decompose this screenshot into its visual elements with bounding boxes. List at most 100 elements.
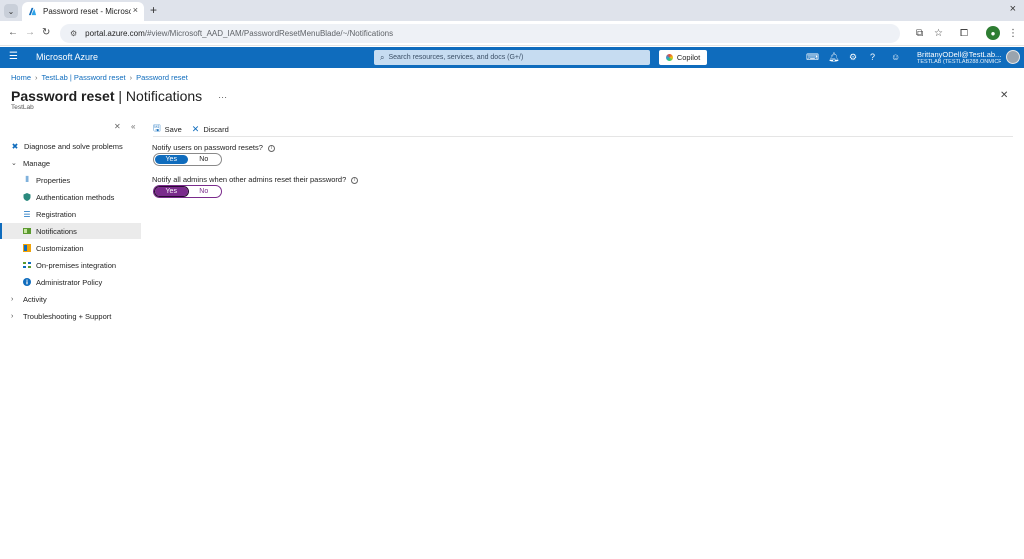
collapse-nav-icon[interactable]: « — [131, 122, 135, 131]
sidebar-item-on-premises-integration[interactable]: On-premises integration — [0, 257, 141, 273]
sidebar-item-label: Manage — [23, 158, 51, 168]
sidebar-group-activity[interactable]: › Activity — [0, 291, 141, 307]
notify-admins-label-text: Notify all admins when other admins rese… — [152, 175, 347, 184]
reload-icon[interactable]: ↻ — [42, 27, 50, 38]
settings-gear-icon[interactable]: ⚙ — [849, 52, 857, 63]
notify-admins-yes-option[interactable]: Yes — [154, 186, 189, 197]
sidebar-group-troubleshooting[interactable]: › Troubleshooting + Support — [0, 308, 141, 324]
notify-users-label-text: Notify users on password resets? — [152, 143, 263, 152]
browser-menu-icon[interactable]: ⋮ — [1008, 28, 1018, 39]
cast-icon[interactable]: ⧉ — [916, 28, 923, 39]
azure-brand[interactable]: Microsoft Azure — [36, 52, 98, 62]
chevron-right-icon: › — [35, 73, 38, 82]
browser-profile-icon[interactable]: ● — [986, 26, 1000, 40]
sidebar-item-label: Registration — [36, 209, 77, 219]
sidebar-item-label: Troubleshooting + Support — [23, 311, 112, 321]
sidebar-item-label: Diagnose and solve problems — [24, 141, 123, 151]
site-info-icon[interactable]: ⚙ — [70, 29, 77, 38]
command-bar: 🖫︎ Save ✕ Discard — [153, 121, 239, 137]
sidebar-item-label: Authentication methods — [36, 192, 115, 202]
shield-icon — [23, 193, 31, 201]
sidebar-item-customization[interactable]: Customization — [0, 240, 141, 256]
notifications-bell-icon[interactable]: 🔔︎ — [828, 52, 839, 63]
sidebar-item-label: Customization — [36, 243, 84, 253]
sidebar-item-registration[interactable]: ☰ Registration — [0, 206, 141, 222]
page-subtitle: TestLab — [11, 104, 34, 111]
chevron-right-icon: › — [129, 73, 133, 82]
new-tab-button[interactable]: + — [150, 3, 157, 17]
address-bar[interactable]: ⚙ portal.azure.com/#view/Microsoft_AAD_I… — [60, 24, 900, 43]
sidebar-item-properties[interactable]: ⫴ Properties — [0, 172, 141, 188]
save-disk-icon: 🖫︎ — [153, 123, 161, 133]
copilot-button[interactable]: Copilot — [659, 50, 707, 65]
azure-favicon-icon — [28, 7, 37, 16]
bookmark-star-icon[interactable]: ☆ — [934, 28, 943, 39]
chevron-right-icon: › — [11, 312, 14, 320]
properties-sliders-icon: ⫴ — [25, 175, 29, 184]
notify-admins-no-option[interactable]: No — [188, 187, 221, 196]
chevron-right-icon: › — [11, 295, 14, 303]
help-icon[interactable]: ? — [870, 52, 875, 62]
window-close-icon[interactable]: × — [1010, 3, 1016, 15]
page-title-sub: Notifications — [125, 88, 203, 104]
forward-arrow-icon[interactable]: → — [25, 27, 35, 38]
save-button[interactable]: 🖫︎ Save — [153, 121, 182, 137]
account-tenant: TESTLAB (TESTLAB288.ONMICRO... — [917, 59, 1001, 65]
notify-users-yes-option[interactable]: Yes — [155, 155, 188, 164]
toolbar-divider — [153, 136, 1013, 137]
customization-icon — [23, 244, 31, 252]
chevron-down-icon: ⌄ — [11, 160, 17, 167]
sidebar-item-authentication-methods[interactable]: Authentication methods — [0, 189, 141, 205]
sidebar-group-manage[interactable]: ⌄ Manage — [0, 155, 141, 171]
portal-menu-icon[interactable]: ☰ — [9, 51, 18, 62]
notify-users-no-option[interactable]: No — [188, 155, 221, 164]
sidebar-item-label: Notifications — [36, 226, 77, 236]
notify-users-label: Notify users on password resets? i — [152, 143, 275, 152]
breadcrumb-testlab-password-reset[interactable]: TestLab | Password reset — [42, 73, 126, 82]
url-path: /#view/Microsoft_AAD_IAM/PasswordResetMe… — [144, 29, 394, 38]
breadcrumb-home[interactable]: Home — [11, 73, 31, 82]
notify-users-toggle[interactable]: Yes No — [153, 153, 222, 166]
sidebar-item-label: Activity — [23, 294, 47, 304]
page-title-main: Password reset — [11, 88, 115, 104]
browser-tabstrip: ⌄ Password reset - Microsoft Azure × + × — [0, 0, 1024, 21]
tab-close-icon[interactable]: × — [133, 5, 138, 15]
discard-x-icon: ✕ — [191, 123, 200, 134]
sidebar-item-label: On-premises integration — [36, 260, 117, 270]
tab-title: Password reset - Microsoft Azure — [43, 7, 131, 16]
back-arrow-icon[interactable]: ← — [8, 27, 18, 38]
copilot-icon — [665, 54, 673, 61]
discard-button[interactable]: ✕ Discard — [192, 124, 229, 135]
account-menu[interactable]: BrittanyODell@TestLab... TESTLAB (TESTLA… — [917, 50, 1001, 65]
account-name: BrittanyODell@TestLab... — [917, 50, 1001, 59]
cloud-shell-icon[interactable]: ⌨ — [806, 52, 819, 63]
feedback-icon[interactable]: ☺ — [891, 52, 900, 62]
browser-tab-active[interactable]: Password reset - Microsoft Azure × — [22, 2, 144, 21]
tab-search-chevron-icon[interactable]: ⌄ — [4, 4, 18, 18]
sidebar-item-notifications[interactable]: Notifications — [0, 223, 141, 239]
sidebar-item-administrator-policy[interactable]: Administrator Policy — [0, 274, 141, 290]
nav-search-clear-icon[interactable]: ✕ — [114, 122, 121, 131]
list-icon: ☰ — [23, 209, 31, 219]
wrench-icon: ✖ — [11, 141, 19, 151]
search-icon: ⌕ — [380, 52, 385, 62]
info-circle-icon[interactable]: i — [351, 176, 359, 184]
sidebar-item-diagnose[interactable]: ✖ Diagnose and solve problems — [0, 138, 141, 154]
notification-card-icon — [23, 227, 31, 235]
azure-top-bar: ☰ Microsoft Azure ⌕ Search resources, se… — [0, 47, 1024, 68]
more-options-icon[interactable]: ··· — [218, 92, 227, 102]
global-search-input[interactable]: ⌕ Search resources, services, and docs (… — [374, 50, 650, 65]
breadcrumb: Home › TestLab | Password reset › Password r… — [11, 73, 188, 82]
extensions-icon[interactable]: ⧠ — [960, 28, 968, 39]
url-host: portal.azure.com — [85, 29, 145, 38]
info-circle-icon[interactable]: i — [267, 144, 275, 152]
notify-admins-toggle[interactable]: Yes No — [153, 185, 222, 198]
close-blade-icon[interactable]: ✕ — [1000, 90, 1008, 101]
breadcrumb-password-reset[interactable]: Password reset — [136, 73, 188, 82]
notify-admins-label: Notify all admins when other admins rese… — [152, 175, 359, 184]
search-placeholder: Search resources, services, and docs (G+… — [388, 54, 524, 61]
avatar[interactable] — [1006, 50, 1020, 64]
page-title: Password reset | Notifications ··· — [11, 88, 227, 104]
sidebar-item-label: Administrator Policy — [36, 277, 103, 287]
browser-toolbar: ← → ↻ ⚙ portal.azure.com/#view/Microsoft… — [0, 21, 1024, 46]
